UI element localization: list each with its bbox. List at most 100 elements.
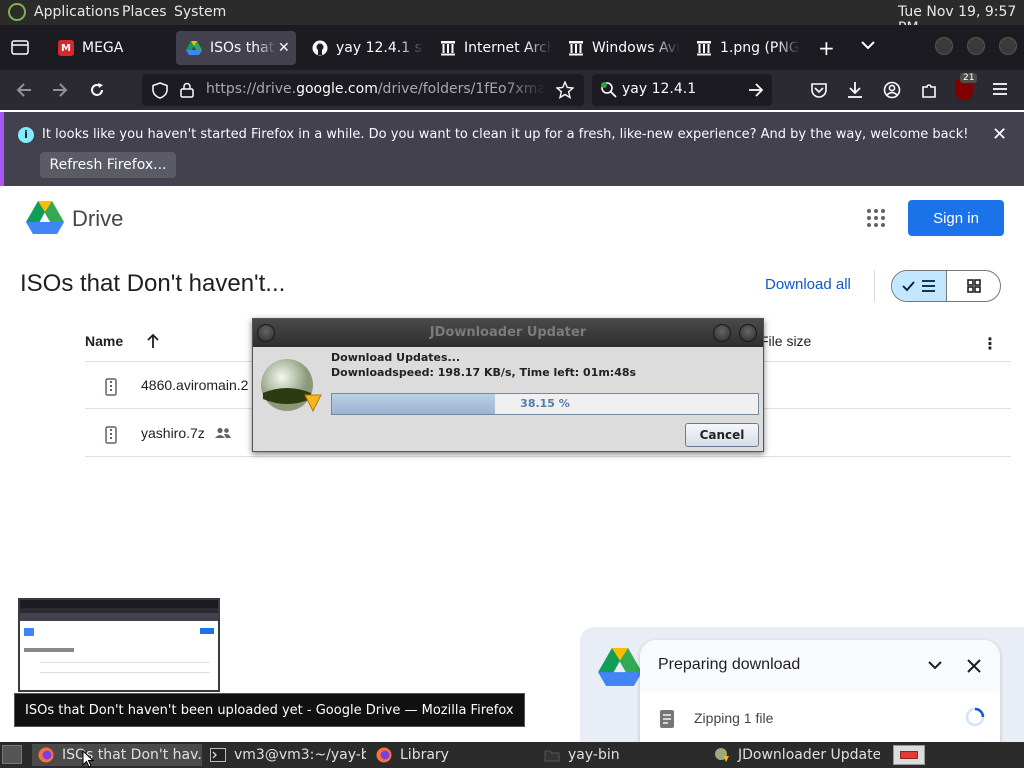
applications-menu[interactable]: Applications <box>34 4 120 20</box>
url-path: /drive/folders/1fEo7xmaeca1S <box>377 81 546 97</box>
progress-bar: 38.15 % <box>331 393 759 415</box>
bookmark-star-icon[interactable] <box>556 81 574 99</box>
extensions-icon[interactable] <box>920 81 938 99</box>
preview-notice <box>20 613 218 621</box>
distro-logo-icon[interactable] <box>8 3 26 21</box>
search-bar[interactable]: yay 12.4.1 <box>592 74 772 106</box>
collapse-chevron-icon[interactable] <box>928 660 942 670</box>
close-window-icon[interactable] <box>999 37 1017 55</box>
url-bar[interactable]: https://drive.google.com/drive/folders/1… <box>142 74 584 106</box>
file-name[interactable]: yashiro.7z <box>141 425 205 441</box>
folder-icon <box>544 750 560 762</box>
places-menu[interactable]: Places <box>122 4 167 20</box>
download-all-link[interactable]: Download all <box>765 276 851 293</box>
download-progress-card: Preparing download Zipping 1 file <box>640 640 1000 742</box>
preview-signin <box>200 628 214 634</box>
downloads-icon[interactable] <box>846 81 864 99</box>
tab-label: ISOs that D <box>210 40 276 56</box>
tab-label: MEGA <box>82 40 124 56</box>
new-tab-icon[interactable]: + <box>818 36 835 60</box>
tab-github[interactable]: yay 12.4.1 still <box>304 31 424 65</box>
sort-arrow-up-icon[interactable] <box>146 333 160 349</box>
task-label: yay-bin <box>568 747 620 763</box>
tab-internet-archive[interactable]: Internet Archi <box>432 31 552 65</box>
toast-item-label: Zipping 1 file <box>694 710 774 726</box>
jdownloader-logo-icon <box>259 355 325 417</box>
archive-icon <box>440 40 456 56</box>
drive-brand[interactable]: Drive <box>72 206 123 232</box>
zip-document-icon <box>660 710 674 728</box>
task-firefox-drive[interactable]: ISOs that Don't hav... <box>32 744 202 766</box>
archive-file-icon <box>103 426 119 444</box>
grid-view-button[interactable] <box>948 271 1000 301</box>
close-notification-icon[interactable]: ✕ <box>992 124 1007 145</box>
tab-label: Windows Avi <box>592 40 680 56</box>
list-view-button[interactable] <box>892 271 947 301</box>
tab-mega[interactable]: M MEGA <box>48 31 166 65</box>
window-menu-icon[interactable] <box>257 324 275 342</box>
minimize-dialog-icon[interactable] <box>713 324 731 342</box>
pocket-icon[interactable] <box>810 81 828 99</box>
tab-strip: M MEGA ISOs that D ✕ yay 12.4.1 still In… <box>0 25 1024 70</box>
progress-label: 38.15 % <box>520 397 570 410</box>
tab-google-drive[interactable]: ISOs that D ✕ <box>176 31 296 65</box>
update-status: Download Updates... <box>331 351 461 364</box>
task-yay-bin-folder[interactable]: yay-bin <box>540 744 700 766</box>
sign-in-button[interactable]: Sign in <box>908 200 1004 236</box>
tab-windows-avi[interactable]: Windows Avi <box>560 31 680 65</box>
close-dialog-icon[interactable] <box>739 324 757 342</box>
tab-label: Internet Archi <box>464 40 552 56</box>
more-options-icon[interactable]: ⋮ <box>982 334 998 353</box>
column-header-name[interactable]: Name <box>85 333 123 349</box>
back-icon[interactable] <box>16 82 32 98</box>
task-jdownloader[interactable]: JDownloader Updater <box>710 744 880 766</box>
close-toast-icon[interactable] <box>966 658 982 674</box>
jdownloader-updater-dialog: JDownloader Updater Download Updates... … <box>252 318 764 452</box>
notification-message: It looks like you haven't started Firefo… <box>42 127 969 142</box>
preview-logo <box>24 628 34 636</box>
ublock-origin-icon[interactable] <box>955 80 973 100</box>
show-desktop-icon[interactable] <box>2 745 22 764</box>
lock-icon[interactable] <box>180 82 194 98</box>
view-toggle <box>891 270 1001 302</box>
cancel-button[interactable]: Cancel <box>685 423 759 447</box>
maximize-window-icon[interactable] <box>967 37 985 55</box>
column-header-file-size[interactable]: File size <box>760 333 811 349</box>
forward-icon[interactable] <box>52 82 68 98</box>
window-title-tooltip: ISOs that Don't haven't been uploaded ye… <box>14 693 525 727</box>
task-library[interactable]: Library <box>372 744 532 766</box>
hamburger-menu-icon[interactable] <box>992 82 1008 96</box>
dialog-titlebar[interactable]: JDownloader Updater <box>253 319 763 347</box>
google-drive-logo-icon[interactable] <box>26 201 64 234</box>
top-panel: Applications Places System Tue Nov 19, 9… <box>0 0 1024 36</box>
workspace-switcher-icon[interactable] <box>893 745 925 765</box>
google-apps-icon[interactable] <box>866 208 886 228</box>
archive-file-icon <box>103 378 119 396</box>
firefox-icon <box>376 747 392 763</box>
firefox-view-icon[interactable] <box>10 38 30 56</box>
refresh-firefox-button[interactable]: Refresh Firefox... <box>40 152 176 178</box>
window-preview-thumbnail[interactable] <box>18 598 220 692</box>
account-icon[interactable] <box>883 81 901 99</box>
toast-item-row: Zipping 1 file <box>640 692 1000 742</box>
reload-icon[interactable] <box>88 81 106 99</box>
go-arrow-icon[interactable] <box>748 83 764 97</box>
preview-title <box>24 648 74 652</box>
tab-png[interactable]: 1.png (PNG Im <box>688 31 800 65</box>
preview-line <box>40 662 210 663</box>
search-input[interactable]: yay 12.4.1 <box>622 81 696 97</box>
url-text[interactable]: https://drive.google.com/drive/folders/1… <box>206 81 546 97</box>
tab-label: yay 12.4.1 still <box>336 40 424 56</box>
firefox-icon <box>38 747 54 763</box>
folder-title: ISOs that Don't haven't... <box>20 270 286 297</box>
system-menu[interactable]: System <box>174 4 226 20</box>
task-terminal[interactable]: vm3@vm3:~/yay-bin <box>206 744 366 766</box>
tracking-shield-icon[interactable] <box>152 82 168 99</box>
file-name[interactable]: 4860.aviromain.2 <box>141 377 248 393</box>
loading-spinner-icon <box>964 706 986 728</box>
list-all-tabs-icon[interactable] <box>860 39 876 51</box>
close-tab-icon[interactable]: ✕ <box>278 40 290 56</box>
search-engine-icon[interactable] <box>600 81 618 99</box>
minimize-window-icon[interactable] <box>935 37 953 55</box>
download-speed: Downloadspeed: 198.17 KB/s, Time left: 0… <box>331 366 637 379</box>
